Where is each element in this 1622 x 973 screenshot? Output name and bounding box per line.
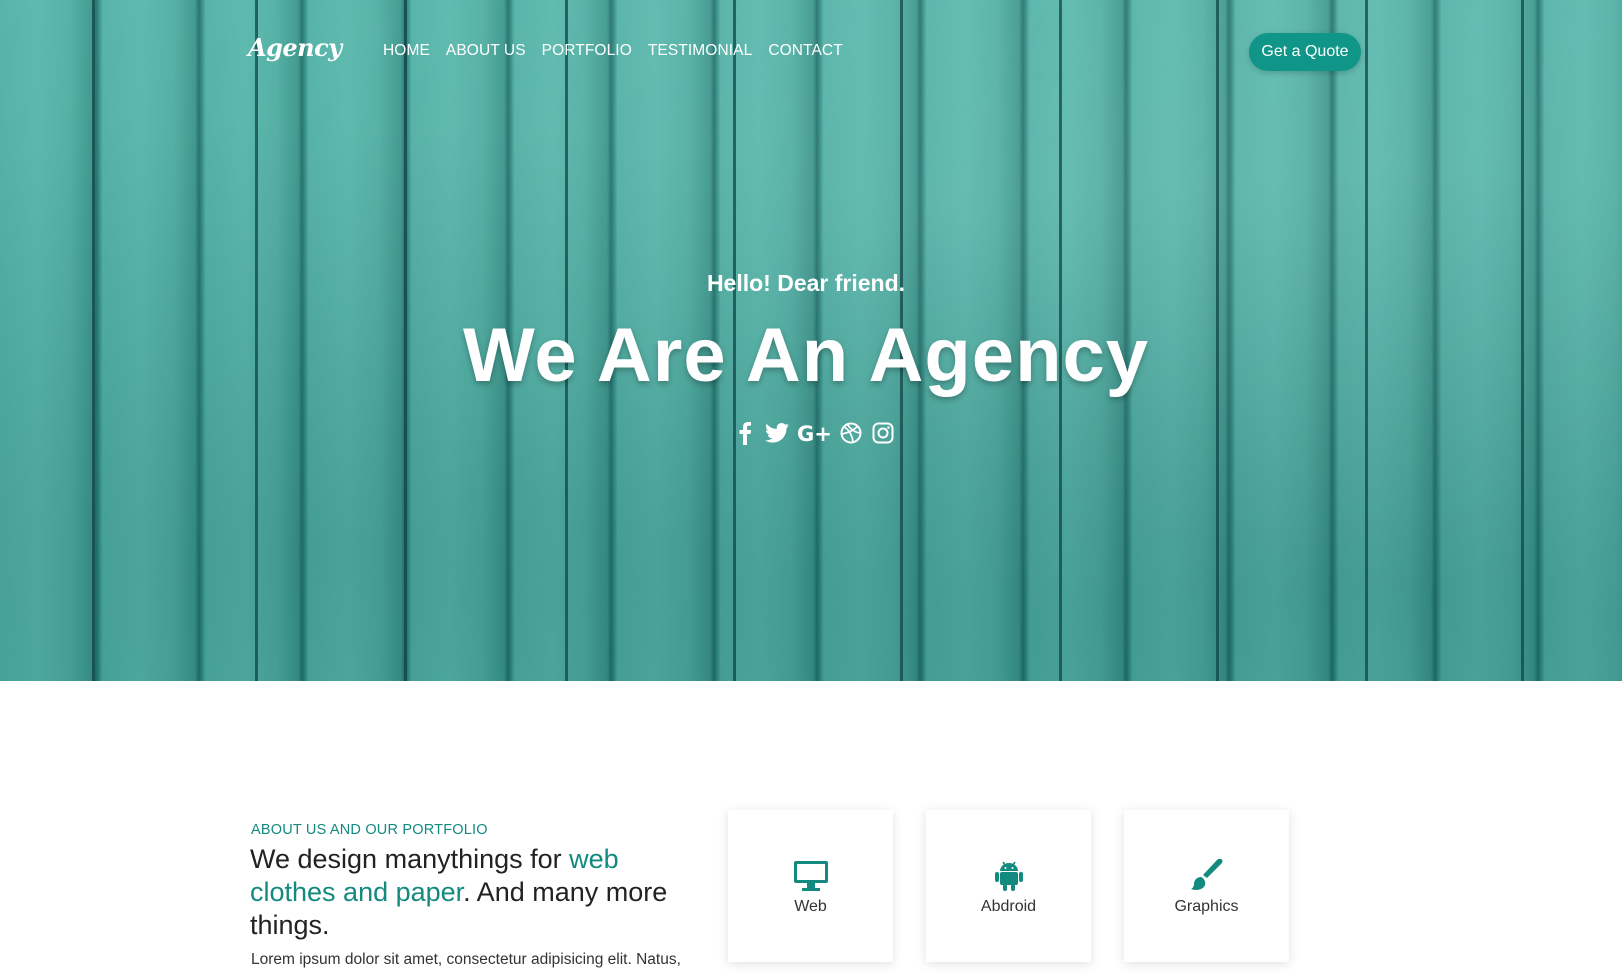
about-body-text: Lorem ipsum dolor sit amet, consectetur … bbox=[251, 951, 681, 968]
social-links: G+ bbox=[732, 420, 896, 446]
site-logo[interactable]: Agency bbox=[248, 33, 342, 62]
about-kicker: ABOUT US AND OUR PORTFOLIO bbox=[251, 822, 488, 838]
svg-text:G+: G+ bbox=[797, 422, 831, 444]
service-card-android[interactable]: Abdroid bbox=[926, 810, 1091, 962]
about-heading: We design manythings for web clothes and… bbox=[250, 843, 690, 942]
main-menu: HOME ABOUT US PORTFOLIO TESTIMONIAL CONT… bbox=[383, 42, 843, 60]
hero-title: We Are An Agency bbox=[462, 313, 1150, 398]
nav-link-portfolio[interactable]: PORTFOLIO bbox=[542, 42, 632, 60]
nav-link-about-us[interactable]: ABOUT US bbox=[446, 42, 526, 60]
service-card-graphics[interactable]: Graphics bbox=[1124, 810, 1289, 962]
instagram-icon[interactable] bbox=[870, 420, 896, 446]
facebook-icon[interactable] bbox=[732, 420, 758, 446]
nav-link-contact[interactable]: CONTACT bbox=[768, 42, 842, 60]
dribbble-icon[interactable] bbox=[838, 420, 864, 446]
service-label: Web bbox=[794, 898, 827, 915]
android-icon bbox=[994, 856, 1023, 892]
hero-section: Agency HOME ABOUT US PORTFOLIO TESTIMONI… bbox=[0, 0, 1622, 681]
twitter-icon[interactable] bbox=[764, 420, 790, 446]
get-a-quote-button[interactable]: Get a Quote bbox=[1249, 33, 1361, 71]
service-label: Abdroid bbox=[980, 898, 1037, 915]
service-label: Graphics bbox=[1174, 898, 1239, 915]
google-plus-icon[interactable]: G+ bbox=[796, 420, 832, 446]
heading-text: We design manythings for bbox=[250, 844, 570, 874]
nav-link-home[interactable]: HOME bbox=[383, 42, 430, 60]
monitor-icon bbox=[793, 856, 829, 892]
top-navigation: Agency HOME ABOUT US PORTFOLIO TESTIMONI… bbox=[0, 0, 1622, 104]
nav-link-testimonial[interactable]: TESTIMONIAL bbox=[648, 42, 752, 60]
paintbrush-icon bbox=[1190, 856, 1224, 892]
hero-subtitle: Hello! Dear friend. bbox=[706, 270, 906, 296]
service-card-web[interactable]: Web bbox=[728, 810, 893, 962]
